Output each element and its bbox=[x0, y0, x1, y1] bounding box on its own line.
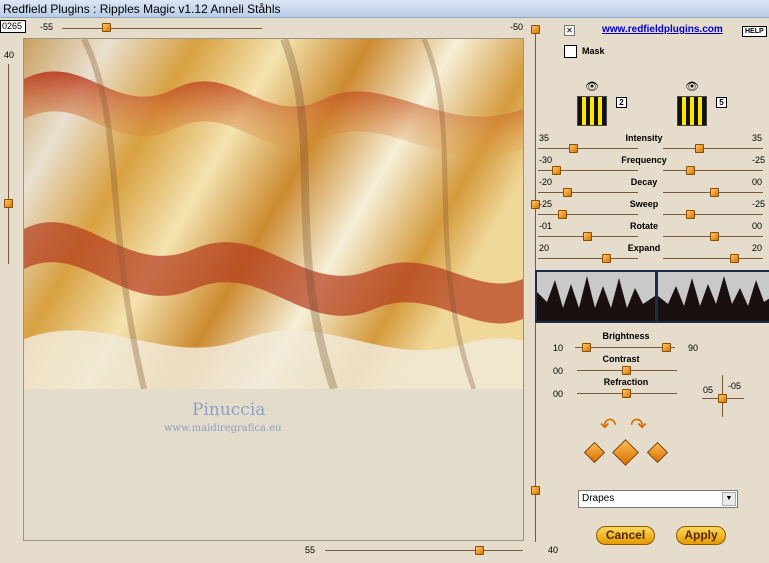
top-slider-track[interactable] bbox=[62, 28, 262, 29]
param-right-thumb[interactable] bbox=[686, 210, 695, 219]
contrast-thumb[interactable] bbox=[622, 366, 631, 375]
waveform-left-graph bbox=[537, 276, 655, 321]
brightness-label: Brightness bbox=[602, 331, 650, 341]
brightness-thumb-right[interactable] bbox=[662, 343, 671, 352]
param-left-value: -30 bbox=[539, 155, 553, 165]
param-right-value: -25 bbox=[752, 155, 766, 165]
param-right-value: 20 bbox=[752, 243, 763, 253]
refraction-thumb[interactable] bbox=[622, 389, 631, 398]
right-slider-thumb-top[interactable] bbox=[531, 25, 540, 34]
pattern-swatch-left[interactable] bbox=[577, 96, 607, 126]
param-left-value: 35 bbox=[539, 133, 550, 143]
undo-arrow-icon[interactable]: ↶ bbox=[600, 416, 617, 436]
apply-button[interactable]: Apply bbox=[676, 526, 726, 545]
param-left-thumb[interactable] bbox=[583, 232, 592, 241]
brightness-thumb-left[interactable] bbox=[582, 343, 591, 352]
pattern-badge-right[interactable]: 5 bbox=[716, 97, 727, 108]
param-right-value: 00 bbox=[752, 221, 763, 231]
light-right-value: -05 bbox=[728, 381, 742, 391]
right-slider-thumb-bottom[interactable] bbox=[531, 486, 540, 495]
random-dice-left-icon[interactable] bbox=[583, 441, 606, 464]
param-left-value: -01 bbox=[539, 221, 553, 231]
preview-panel[interactable]: Pinuccia www.maidiregrafica.eu bbox=[23, 38, 524, 541]
waveform-left bbox=[535, 270, 657, 323]
param-right-value: 00 bbox=[752, 177, 763, 187]
mask-label: Mask bbox=[582, 46, 605, 56]
website-link[interactable]: www.redfieldplugins.com bbox=[602, 24, 723, 35]
pattern-badge-left[interactable]: 2 bbox=[616, 97, 627, 108]
param-label: Decay bbox=[630, 177, 658, 187]
param-right-thumb[interactable] bbox=[730, 254, 739, 263]
eye-icon-left[interactable]: 👁 bbox=[585, 80, 599, 93]
param-left-thumb[interactable] bbox=[552, 166, 561, 175]
brightness-left: 10 bbox=[553, 343, 564, 353]
top-slider-min-label: -55 bbox=[40, 22, 54, 32]
refraction-label: Refraction bbox=[603, 377, 649, 387]
light-crosshair-thumb[interactable] bbox=[718, 394, 727, 403]
param-right-track[interactable] bbox=[663, 214, 763, 215]
param-right-thumb[interactable] bbox=[710, 232, 719, 241]
watermark-name: Pinuccia bbox=[192, 400, 266, 420]
waveform-right-graph bbox=[658, 276, 769, 321]
help-button[interactable]: HELP bbox=[742, 26, 767, 37]
top-slider-value-box[interactable]: 0265 bbox=[0, 20, 26, 33]
bottom-slider-left-label: 55 bbox=[305, 545, 316, 555]
param-left-value: -20 bbox=[539, 177, 553, 187]
random-dice-right-icon[interactable] bbox=[646, 441, 669, 464]
left-slider-track[interactable] bbox=[8, 64, 9, 264]
mask-checkbox[interactable] bbox=[564, 45, 577, 58]
bottom-slider-thumb[interactable] bbox=[475, 546, 484, 555]
cancel-button[interactable]: Cancel bbox=[596, 526, 655, 545]
title-bar: Redfield Plugins : Ripples Magic v1.12 A… bbox=[0, 0, 769, 18]
param-right-track[interactable] bbox=[663, 258, 763, 259]
preview-image bbox=[24, 39, 523, 389]
param-label: Sweep bbox=[629, 199, 659, 209]
param-left-thumb[interactable] bbox=[558, 210, 567, 219]
light-left-value: 05 bbox=[703, 385, 714, 395]
brightness-right: 90 bbox=[688, 343, 699, 353]
eye-icon-right[interactable]: 👁 bbox=[685, 80, 699, 93]
redo-arrow-icon[interactable]: ↷ bbox=[630, 416, 647, 436]
param-left-value: -25 bbox=[539, 199, 553, 209]
param-right-value: 35 bbox=[752, 133, 763, 143]
param-right-thumb[interactable] bbox=[686, 166, 695, 175]
pattern-swatch-right[interactable] bbox=[677, 96, 707, 126]
bottom-slider-right-label: 40 bbox=[548, 545, 559, 555]
param-right-thumb[interactable] bbox=[710, 188, 719, 197]
param-right-track[interactable] bbox=[663, 148, 763, 149]
param-left-track[interactable] bbox=[538, 258, 638, 259]
contrast-label: Contrast bbox=[602, 354, 640, 364]
param-left-thumb[interactable] bbox=[602, 254, 611, 263]
param-left-thumb[interactable] bbox=[569, 144, 578, 153]
random-dice-center-icon[interactable] bbox=[612, 439, 639, 466]
param-left-track[interactable] bbox=[538, 214, 638, 215]
param-left-value: 20 bbox=[539, 243, 550, 253]
top-slider-thumb[interactable] bbox=[102, 23, 111, 32]
bottom-slider-track[interactable] bbox=[325, 550, 523, 551]
contrast-value: 00 bbox=[553, 366, 564, 376]
window-title: Redfield Plugins : Ripples Magic v1.12 A… bbox=[3, 2, 281, 16]
param-left-thumb[interactable] bbox=[563, 188, 572, 197]
waveform-right bbox=[656, 270, 769, 323]
param-right-value: -25 bbox=[752, 199, 766, 209]
settings-icon[interactable]: ✕ bbox=[564, 25, 575, 36]
preview-ripple-image bbox=[24, 39, 523, 389]
param-label: Intensity bbox=[625, 133, 663, 143]
param-label: Frequency bbox=[621, 155, 667, 165]
watermark-url: www.maidiregrafica.eu bbox=[164, 423, 282, 434]
param-left-track[interactable] bbox=[538, 148, 638, 149]
top-slider-max-label: -50 bbox=[510, 22, 524, 32]
chevron-down-icon[interactable]: ▼ bbox=[722, 492, 736, 506]
preset-select-value: Drapes bbox=[582, 493, 615, 504]
param-left-track[interactable] bbox=[538, 192, 638, 193]
refraction-value: 00 bbox=[553, 389, 564, 399]
preset-select[interactable]: Drapes ▼ bbox=[578, 490, 738, 508]
param-right-thumb[interactable] bbox=[695, 144, 704, 153]
param-label: Rotate bbox=[629, 221, 658, 231]
param-label: Expand bbox=[627, 243, 661, 253]
left-slider-thumb[interactable] bbox=[4, 199, 13, 208]
param-right-track[interactable] bbox=[663, 170, 763, 171]
left-slider-label: 40 bbox=[4, 50, 15, 60]
